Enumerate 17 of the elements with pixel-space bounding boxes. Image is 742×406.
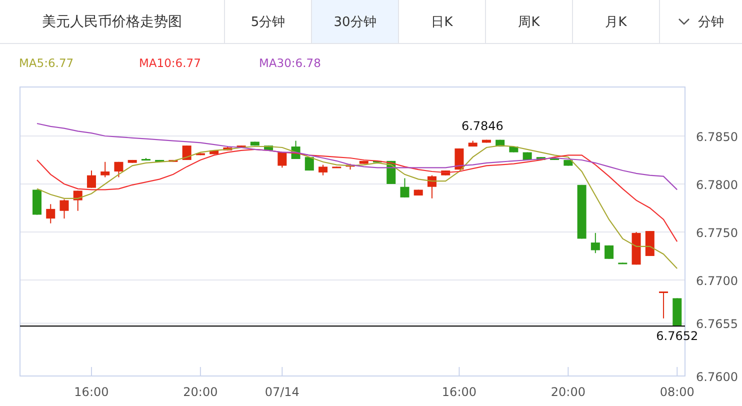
y-axis-label: 6.7750 xyxy=(696,226,738,240)
x-axis-label: 16:00 xyxy=(442,385,477,399)
x-axis-label: 08:00 xyxy=(660,385,694,399)
current-price-label: 6.7652 xyxy=(656,329,698,344)
x-axis-label: 20:00 xyxy=(550,385,586,399)
ma-legend-label: MA5:6.77 xyxy=(19,56,75,70)
ma-legend-label: MA30:6.78 xyxy=(259,56,322,70)
x-axis-label: 16:00 xyxy=(74,385,109,399)
high-price-label: 6.7846 xyxy=(461,118,504,133)
ma-legend-label: MA10:6.77 xyxy=(139,56,202,70)
y-axis-label: 6.7600 xyxy=(696,370,738,384)
y-axis-label: 6.7800 xyxy=(696,178,738,192)
y-axis-label: 6.7700 xyxy=(696,274,738,288)
x-axis-label: 07/14 xyxy=(264,385,300,399)
x-axis-label: 20:00 xyxy=(183,385,218,399)
y-axis-label: 6.7850 xyxy=(696,130,738,144)
y-axis-label: 6.7655 xyxy=(696,317,738,332)
